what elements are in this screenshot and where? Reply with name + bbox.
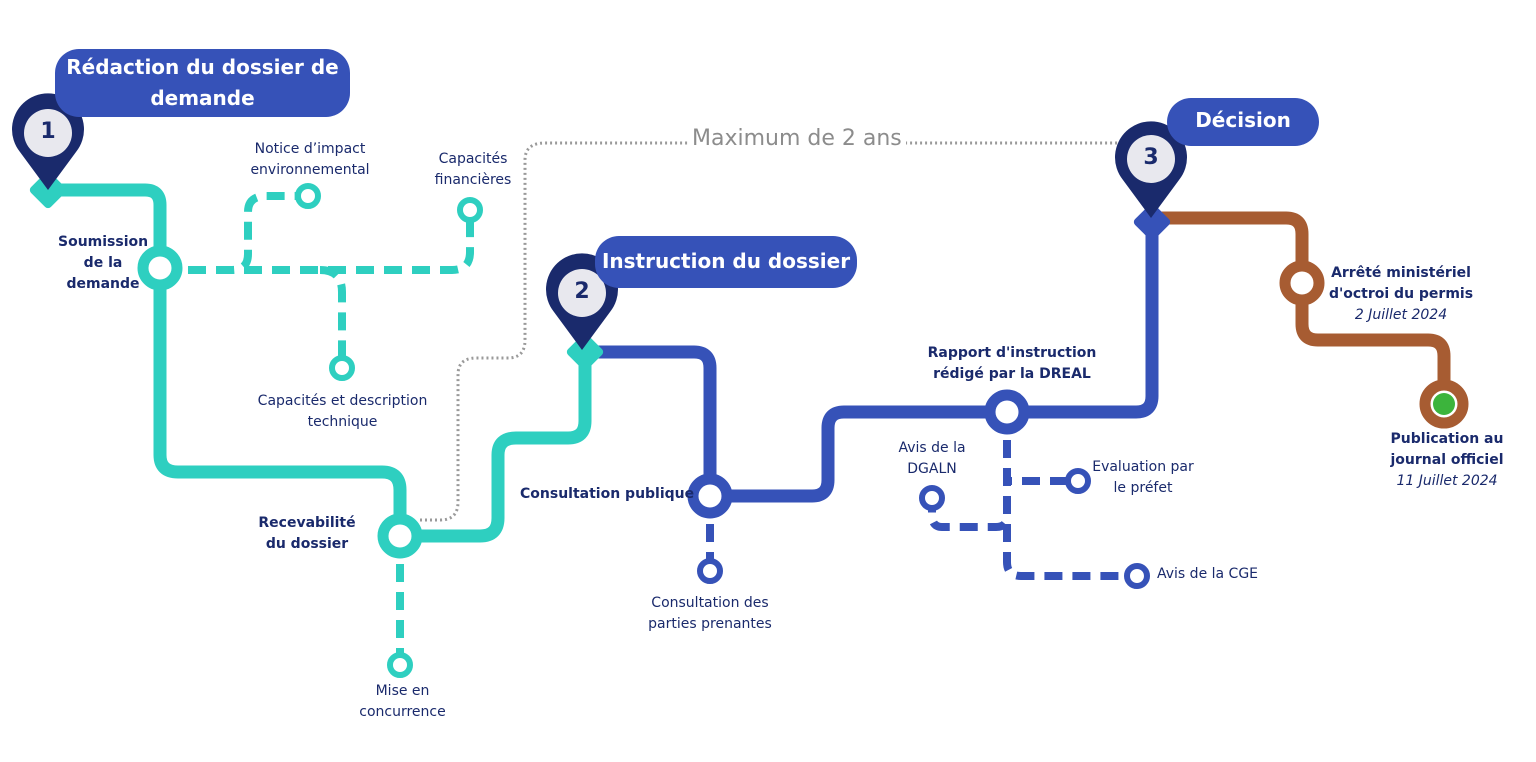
label-consultation-parties: Consultation des parties prenantes: [648, 595, 772, 632]
station-rapport: [984, 389, 1030, 435]
branch-capacites-fin: [160, 218, 474, 274]
duration-label: Maximum de 2 ans: [688, 126, 906, 151]
label-recevabilite: Recevabilité du dossier: [258, 515, 356, 552]
phase-title-1: Rédaction du dossier de demande: [55, 49, 350, 117]
label-publication-date: 11 Juillet 2024: [1396, 473, 1498, 489]
label-notice: Notice d’impact environnemental: [250, 141, 370, 178]
label-mise-concurrence: Mise en concurrence: [359, 683, 446, 720]
branch-notice: [160, 192, 300, 274]
station-consultation-publique: [687, 473, 733, 519]
label-arrete-title: Arrêté ministériel d'octroi du permis: [1328, 265, 1474, 302]
phase-title-3: Décision: [1167, 98, 1319, 146]
label-arrete: Arrêté ministériel d'octroi du permis 2 …: [1326, 263, 1476, 326]
station-capacites-fin: [457, 197, 483, 223]
duration-line: [420, 141, 1125, 522]
label-publication: Publication au journal officiel 11 Juill…: [1388, 429, 1506, 492]
label-evaluation: Evaluation par le préfet: [1092, 459, 1194, 496]
label-avis-dgaln: Avis de la DGALN: [898, 440, 966, 477]
station-dgaln: [919, 485, 945, 511]
label-capacites-fin: Capacités financières: [434, 151, 512, 188]
phase-number-1: 1: [40, 119, 56, 144]
station-mise-concurrence: [387, 652, 413, 678]
station-capacites-tech: [329, 355, 355, 381]
station-recevabilite: [377, 513, 423, 559]
label-consultation-publique: Consultation publique: [520, 486, 695, 502]
station-arrete: [1279, 260, 1325, 306]
label-capacites-tech: Capacités et description technique: [257, 393, 428, 430]
station-soumission: [137, 245, 183, 291]
branch-capacites-tech: [319, 266, 346, 362]
phase-title-2: Instruction du dossier: [595, 236, 857, 288]
label-soumission: Soumission de la demande: [58, 234, 149, 292]
station-evaluation: [1065, 468, 1091, 494]
station-consultation-parties: [697, 558, 723, 584]
station-cge: [1124, 563, 1150, 589]
station-notice: [295, 183, 321, 209]
label-avis-cge: Avis de la CGE: [1157, 566, 1259, 582]
label-arrete-date: 2 Juillet 2024: [1354, 307, 1448, 323]
final-dot: [1433, 393, 1455, 415]
phase-number-3: 3: [1143, 145, 1159, 170]
label-rapport: Rapport d'instruction rédigé par la DREA…: [927, 345, 1097, 382]
label-publication-title: Publication au journal officiel: [1390, 431, 1504, 468]
phase-number-2: 2: [574, 279, 590, 304]
